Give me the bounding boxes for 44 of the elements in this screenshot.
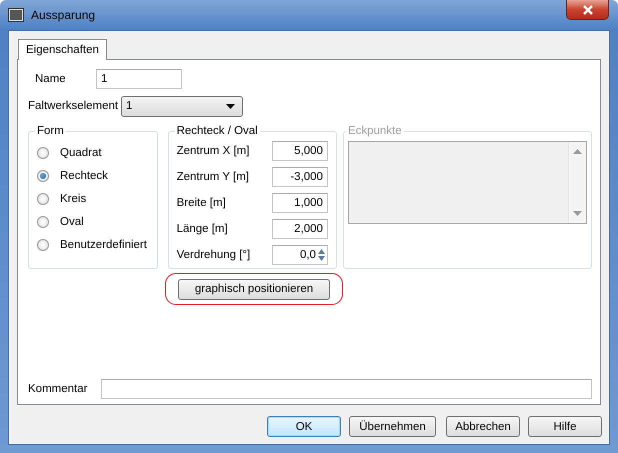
comment-field[interactable] — [101, 379, 592, 399]
field-label: Breite [m] — [176, 197, 226, 209]
dialog-button[interactable]: Hilfe — [528, 416, 602, 437]
radio-button[interactable] — [37, 170, 49, 182]
radio-label: Benutzerdefiniert — [60, 238, 147, 250]
dialog-button[interactable]: Übernehmen — [349, 416, 436, 437]
field-label: Kommentar — [28, 383, 88, 395]
close-button[interactable] — [566, 0, 609, 20]
name-field[interactable]: 1 — [96, 69, 182, 89]
group-title: Rechteck / Oval — [176, 125, 259, 137]
field-label: Zentrum X [m] — [176, 145, 250, 157]
group-title: Eckpunkte — [346, 125, 403, 137]
radio-button[interactable] — [37, 146, 49, 158]
field-label: Zentrum Y [m] — [176, 171, 249, 183]
field-label: Name — [35, 73, 67, 85]
number-field[interactable]: 5,000 — [272, 141, 328, 161]
dialog-button[interactable]: Abbrechen — [446, 416, 520, 437]
scroll-down-icon[interactable] — [573, 211, 582, 216]
radio-label: Rechteck — [60, 170, 108, 182]
spin-up-icon[interactable] — [316, 248, 326, 255]
radio-button[interactable] — [37, 216, 49, 228]
position-button[interactable]: graphisch positionieren — [178, 278, 330, 300]
spin-field[interactable]: 0,0 — [272, 245, 328, 265]
close-icon — [582, 4, 594, 14]
tab[interactable]: Eigenschaften — [18, 39, 107, 60]
window-title: Aussparung — [31, 8, 96, 22]
number-field[interactable]: -3,000 — [272, 167, 328, 187]
field-label: Faltwerkselement — [28, 100, 120, 112]
window-icon — [8, 8, 24, 22]
scroll-up-icon[interactable] — [573, 149, 582, 154]
radio-label: Quadrat — [60, 146, 102, 158]
radio-label: Kreis — [60, 192, 86, 204]
group-title: Form — [36, 125, 65, 137]
number-field[interactable]: 1,000 — [272, 193, 328, 213]
spin-down-icon[interactable] — [316, 255, 326, 262]
dialog-button[interactable]: OK — [267, 416, 341, 437]
element-dropdown[interactable]: 1 — [121, 96, 243, 116]
number-field[interactable]: 2,000 — [272, 219, 328, 239]
radio-button[interactable] — [37, 192, 49, 204]
caret-icon — [226, 104, 235, 108]
field-label: Verdrehung [°] — [176, 249, 250, 261]
field-label: Länge [m] — [176, 223, 228, 235]
radio-label: Oval — [60, 216, 84, 228]
radio-button[interactable] — [37, 238, 49, 250]
